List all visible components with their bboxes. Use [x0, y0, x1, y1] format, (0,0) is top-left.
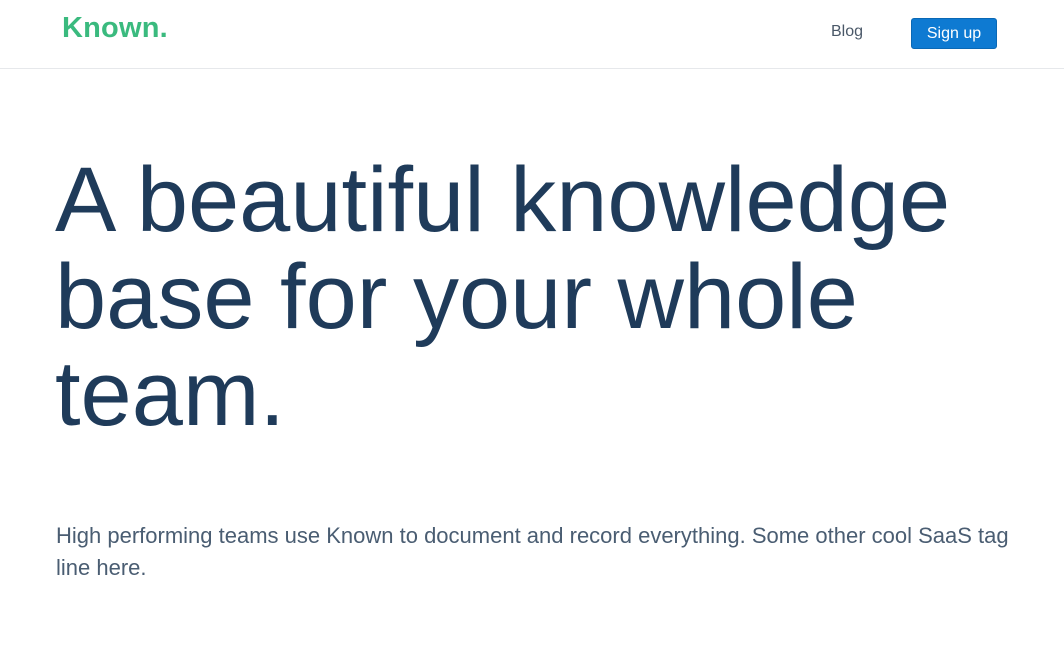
- sign-up-button[interactable]: Sign up: [911, 18, 997, 49]
- nav-link-blog[interactable]: Blog: [831, 23, 863, 41]
- logo-link[interactable]: Known.: [62, 12, 168, 45]
- hero-subtitle: High performing teams use Known to docum…: [56, 523, 1009, 580]
- top-nav-bar: Known. Blog Sign up: [0, 0, 1064, 69]
- hero-title: A beautiful knowledge base for your whol…: [55, 149, 951, 445]
